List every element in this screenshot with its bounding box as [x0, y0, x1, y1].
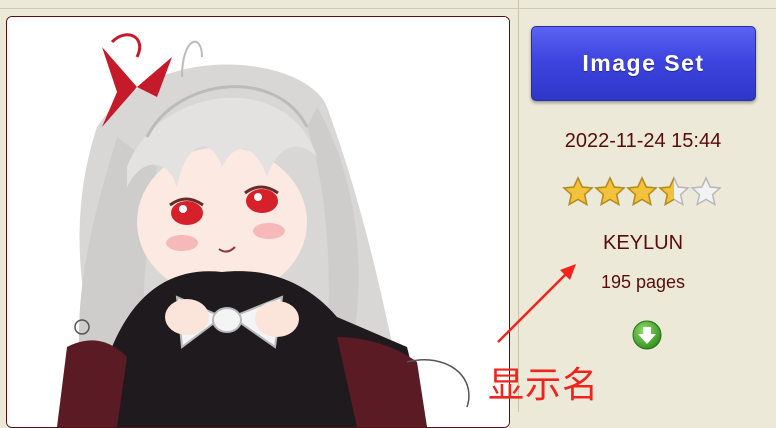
top-border: [0, 8, 776, 9]
green-down-arrow-icon: [632, 320, 662, 350]
star-icon: [626, 176, 658, 207]
uploader-name[interactable]: KEYLUN: [530, 232, 756, 255]
annotation-label: 显示名: [488, 365, 600, 406]
image-set-button[interactable]: Image Set: [531, 26, 756, 101]
rating-stars: [562, 176, 724, 208]
star-icon: [658, 176, 690, 207]
star-icon: [562, 176, 594, 207]
column-divider: [518, 0, 519, 412]
annotation-arrow: [497, 264, 576, 343]
star-icon: [690, 176, 722, 207]
star-icon: [594, 176, 626, 207]
posted-date: 2022-11-24 15:44: [564, 130, 722, 152]
thumbnail-illustration: [7, 17, 509, 427]
gallery-thumbnail[interactable]: [6, 16, 510, 428]
download-icon[interactable]: [632, 320, 662, 350]
